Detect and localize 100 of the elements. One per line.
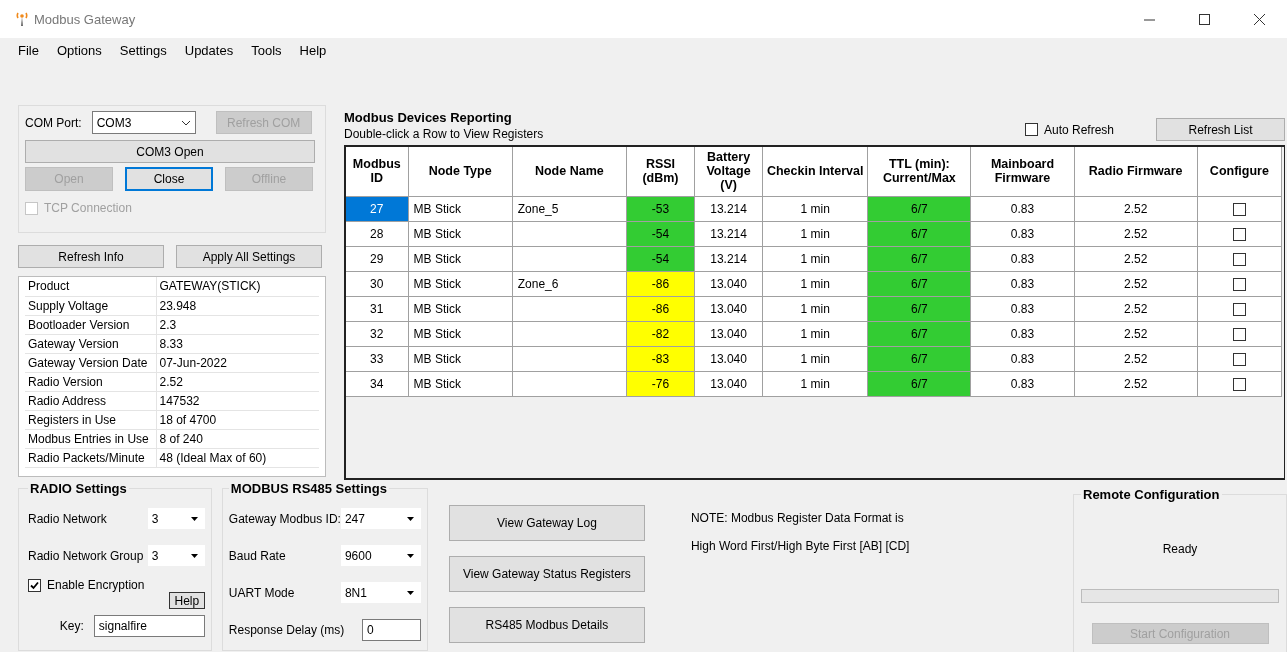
column-header: Configure [1197, 147, 1282, 196]
info-button[interactable]: Apply All Settings [176, 245, 322, 268]
table-cell: 0.83 [970, 246, 1075, 271]
table-cell: 13.040 [694, 321, 763, 346]
checkbox[interactable] [28, 578, 41, 592]
table-cell[interactable]: 33 [346, 346, 409, 371]
table-cell: 0.83 [970, 346, 1075, 371]
ttl-cell: 6/7 [867, 246, 971, 271]
menu-item[interactable]: File [9, 43, 48, 58]
table-cell: 0.83 [970, 321, 1075, 346]
menu-item[interactable]: Tools [242, 43, 291, 58]
menu-item[interactable]: Options [47, 43, 111, 58]
info-button[interactable]: Refresh Info [18, 245, 164, 268]
table-cell[interactable]: 28 [346, 221, 409, 246]
table-cell: 2.52 [1074, 371, 1198, 396]
menu-item[interactable]: Updates [175, 43, 243, 58]
table-cell[interactable]: 27 [346, 196, 409, 221]
table-cell: Zone_6 [512, 271, 627, 296]
info-value: 8.33 [156, 334, 319, 353]
info-label: Modbus Entries in Use [25, 429, 156, 448]
field-label: Response Delay (ms) [228, 622, 345, 637]
table-cell[interactable]: 29 [346, 246, 409, 271]
checkbox[interactable] [1232, 352, 1246, 366]
dropdown-arrow-icon[interactable] [406, 590, 414, 595]
column-header: Battery Voltage (V) [694, 147, 763, 196]
table-cell: 2.52 [1074, 271, 1198, 296]
ttl-cell: 6/7 [867, 346, 971, 371]
checkbox[interactable] [1232, 277, 1246, 291]
app-icon [16, 12, 28, 26]
connection-button[interactable]: Close [125, 167, 213, 191]
table-cell: MB Stick [408, 321, 513, 346]
dropdown[interactable]: 8N1 [340, 582, 421, 603]
dropdown[interactable]: 3 [147, 508, 205, 529]
checkbox[interactable] [1232, 302, 1246, 316]
info-value: 18 of 4700 [156, 410, 319, 429]
checkbox[interactable] [1232, 377, 1246, 391]
table-cell[interactable]: 30 [346, 271, 409, 296]
table-cell: 0.83 [970, 221, 1075, 246]
window-title: Modbus Gateway [34, 11, 137, 27]
help-button[interactable]: Help [168, 592, 205, 609]
checkbox[interactable] [1232, 202, 1246, 216]
table-cell: 1 min [762, 321, 868, 346]
field-label: Gateway Modbus ID: [228, 511, 341, 526]
com-status-button[interactable]: COM3 Open [25, 140, 315, 163]
action-button[interactable]: RS485 Modbus Details [448, 607, 645, 643]
table-cell[interactable]: 32 [346, 321, 409, 346]
table-cell: 1 min [762, 221, 868, 246]
column-header: Modbus ID [346, 147, 409, 196]
column-header: Node Type [408, 147, 513, 196]
column-header: RSSI (dBm) [626, 147, 695, 196]
column-header: Checkin Interval [762, 147, 868, 196]
dropdown-arrow-icon[interactable] [190, 553, 198, 558]
info-label: Radio Address [25, 391, 156, 410]
table-cell: 1 min [762, 196, 868, 221]
ttl-cell: 6/7 [867, 221, 971, 246]
table-cell: 0.83 [970, 371, 1075, 396]
group-title: Remote Configuration [1082, 487, 1221, 502]
checkbox[interactable] [1232, 327, 1246, 341]
maximize-icon[interactable] [1199, 13, 1210, 25]
dropdown[interactable]: 3 [147, 545, 205, 566]
table-cell: MB Stick [408, 271, 513, 296]
chevron-down-icon[interactable] [180, 119, 191, 126]
checkbox[interactable] [1232, 227, 1246, 241]
info-label: Product [25, 277, 156, 296]
close-icon[interactable] [1254, 13, 1265, 25]
menu-item[interactable]: Help [290, 43, 336, 58]
checkbox[interactable] [1024, 123, 1038, 136]
dropdown[interactable]: 247 [340, 508, 421, 529]
table-cell: 2.52 [1074, 346, 1198, 371]
table-cell: 13.040 [694, 271, 763, 296]
dropdown-arrow-icon[interactable] [190, 516, 198, 521]
dropdown-arrow-icon[interactable] [406, 516, 414, 521]
key-field[interactable]: signalfire [93, 615, 205, 637]
table-cell[interactable]: 31 [346, 296, 409, 321]
note-text: NOTE: Modbus Register Data Format is [690, 511, 905, 525]
action-button[interactable]: View Gateway Log [448, 505, 645, 541]
table-cell: MB Stick [408, 221, 513, 246]
table-cell[interactable]: 34 [346, 371, 409, 396]
table-cell: 1 min [762, 371, 868, 396]
field-label: Radio Network Group [28, 548, 144, 563]
table-cell: 13.214 [694, 196, 763, 221]
info-value: 2.52 [156, 372, 319, 391]
checkbox[interactable] [1232, 252, 1246, 266]
checkbox-label: Enable Encryption [47, 578, 145, 592]
menu-item[interactable]: Settings [110, 43, 176, 58]
field-label: Key: [59, 619, 84, 633]
checkbox-label: Auto Refresh [1043, 122, 1114, 137]
info-value: 48 (Ideal Max of 60) [156, 448, 319, 467]
info-value: 23.948 [156, 296, 319, 315]
dropdown[interactable]: 9600 [340, 545, 421, 566]
action-button[interactable]: View Gateway Status Registers [448, 556, 645, 592]
info-value: 07-Jun-2022 [156, 353, 319, 372]
table-cell: 13.040 [694, 346, 763, 371]
com-port-dropdown[interactable]: COM3 [91, 111, 196, 134]
dropdown-arrow-icon[interactable] [406, 553, 414, 558]
input-field[interactable]: 0 [361, 618, 421, 641]
table-cell: 13.214 [694, 221, 763, 246]
refresh-list-button[interactable]: Refresh List [1156, 118, 1285, 141]
ttl-cell: 6/7 [867, 371, 971, 396]
table-cell: 1 min [762, 296, 868, 321]
